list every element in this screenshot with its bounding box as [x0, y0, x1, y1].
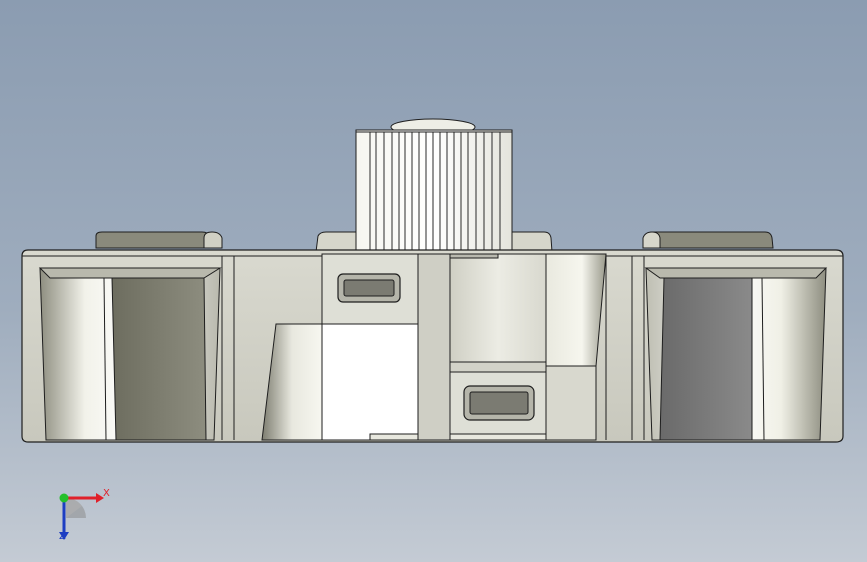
right-pocket-shadow — [659, 277, 753, 441]
orientation-triad: X Z — [40, 478, 120, 548]
graphics-viewport[interactable]: X Z — [0, 0, 867, 562]
center-right-recess — [545, 253, 607, 367]
knob-body — [355, 129, 513, 255]
cad-model-front-view[interactable] — [0, 0, 867, 562]
z-axis-label: Z — [59, 531, 66, 542]
left-top-lug — [95, 231, 213, 249]
left-pocket-shadow — [111, 277, 207, 441]
right-top-lug-bevel — [642, 231, 661, 249]
left-top-lug-bevel — [203, 231, 223, 249]
center-lower-face — [321, 323, 419, 441]
center-right-face — [449, 253, 547, 363]
x-axis-label: X — [103, 488, 110, 499]
right-top-lug — [642, 231, 774, 249]
center-divider — [417, 253, 451, 441]
